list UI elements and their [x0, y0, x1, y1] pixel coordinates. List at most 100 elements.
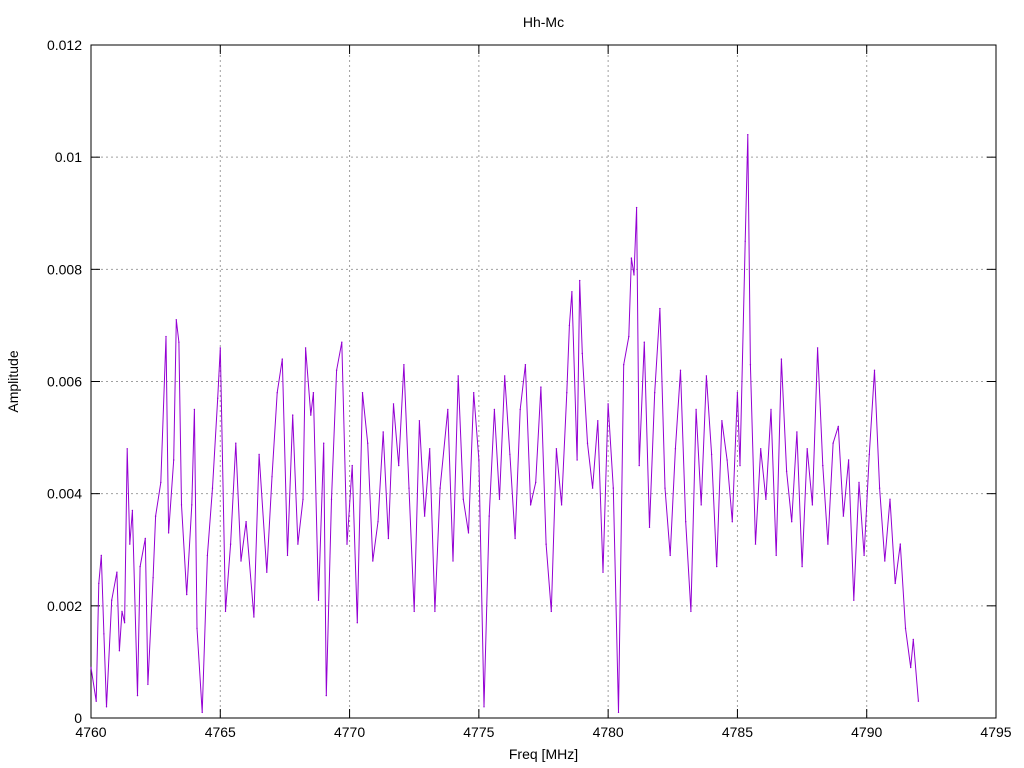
- data-point: [858, 481, 860, 484]
- data-point: [832, 442, 834, 444]
- data-point: [175, 319, 177, 321]
- data-point: [235, 442, 237, 444]
- x-tick-label: 4785: [722, 724, 753, 740]
- data-point: [258, 453, 260, 456]
- x-tick-label: 4770: [334, 724, 365, 740]
- data-point: [377, 521, 379, 523]
- x-tick-label: 4765: [205, 724, 236, 740]
- data-point: [154, 515, 157, 517]
- data-point: [612, 487, 614, 489]
- data-point: [822, 464, 824, 467]
- data-point: [286, 554, 289, 557]
- data-point: [302, 498, 304, 500]
- data-point: [229, 543, 232, 545]
- data-point: [398, 464, 400, 467]
- data-point: [253, 616, 255, 618]
- data-point: [325, 694, 327, 697]
- data-point: [439, 487, 441, 489]
- data-point: [566, 392, 568, 394]
- data-point: [418, 420, 421, 422]
- data-point: [103, 633, 105, 635]
- data-point: [473, 392, 475, 394]
- data-point: [780, 358, 783, 360]
- data-point: [217, 397, 219, 399]
- data-point: [643, 341, 645, 343]
- data-point: [90, 666, 92, 669]
- data-point: [509, 453, 511, 456]
- data-point: [382, 431, 384, 433]
- data-point: [690, 610, 692, 613]
- data-point: [760, 448, 762, 450]
- data-point: [560, 504, 563, 506]
- data-point: [224, 610, 227, 613]
- data-point: [361, 392, 364, 394]
- data-point: [504, 375, 506, 377]
- data-point: [710, 453, 713, 456]
- data-point: [392, 403, 395, 405]
- data-point: [178, 341, 180, 343]
- series-line: [90, 134, 919, 713]
- data-point: [493, 408, 496, 411]
- data-point: [403, 364, 405, 366]
- data-point: [457, 375, 459, 377]
- x-tick-label: 4780: [593, 724, 624, 740]
- data-point: [705, 375, 708, 377]
- data-point: [910, 666, 912, 669]
- data-point: [186, 593, 188, 596]
- data-point: [292, 414, 294, 416]
- y-tick-label: 0.006: [47, 374, 82, 390]
- data-point: [346, 543, 348, 545]
- data-point: [180, 504, 183, 506]
- data-point: [310, 414, 312, 416]
- data-point: [452, 560, 454, 562]
- data-point: [837, 425, 839, 428]
- data-point: [341, 341, 343, 343]
- data-point: [889, 498, 891, 500]
- data-point: [597, 420, 599, 422]
- data-point: [136, 694, 139, 697]
- data-point: [367, 442, 369, 444]
- data-point: [785, 470, 788, 472]
- data-point: [623, 364, 625, 366]
- data-point: [118, 650, 121, 652]
- grid-lines: [91, 45, 996, 718]
- y-tick-labels: 0 0.002 0.004 0.006 0.008 0.01 0.012: [47, 37, 82, 726]
- data-point: [868, 453, 870, 456]
- data-point: [196, 627, 198, 629]
- data-point: [297, 543, 299, 545]
- data-point: [519, 408, 521, 411]
- data-point: [816, 347, 819, 349]
- x-tick-label: 4775: [463, 724, 494, 740]
- data-point: [152, 577, 154, 579]
- data-point: [100, 554, 103, 557]
- data-point: [581, 352, 583, 355]
- y-axis-label: Amplitude: [5, 350, 21, 412]
- data-point: [602, 571, 604, 573]
- data-point: [630, 257, 633, 259]
- data-point: [579, 279, 581, 282]
- x-tick-label: 4760: [75, 724, 106, 740]
- data-point: [387, 537, 390, 540]
- data-point: [139, 565, 141, 568]
- data-point: [904, 627, 907, 629]
- y-tick-label: 0.008: [47, 261, 82, 277]
- data-point: [126, 448, 128, 450]
- data-point: [827, 543, 829, 545]
- data-point: [245, 521, 247, 523]
- data-point: [462, 498, 464, 500]
- data-point: [276, 392, 278, 394]
- data-point: [193, 408, 196, 411]
- data-point: [726, 459, 728, 461]
- data-point: [796, 431, 798, 433]
- data-point: [524, 364, 527, 366]
- data-point: [121, 610, 123, 613]
- data-point: [447, 408, 449, 411]
- data-point: [917, 700, 920, 702]
- data-point: [413, 610, 415, 613]
- data-point: [607, 403, 609, 405]
- data-point: [863, 554, 865, 557]
- data-point: [739, 464, 741, 467]
- data-point: [219, 347, 221, 349]
- x-tick-labels: 4760 4765 4770 4775 4780 4785 4790 4795: [75, 724, 1011, 740]
- data-point: [617, 711, 620, 714]
